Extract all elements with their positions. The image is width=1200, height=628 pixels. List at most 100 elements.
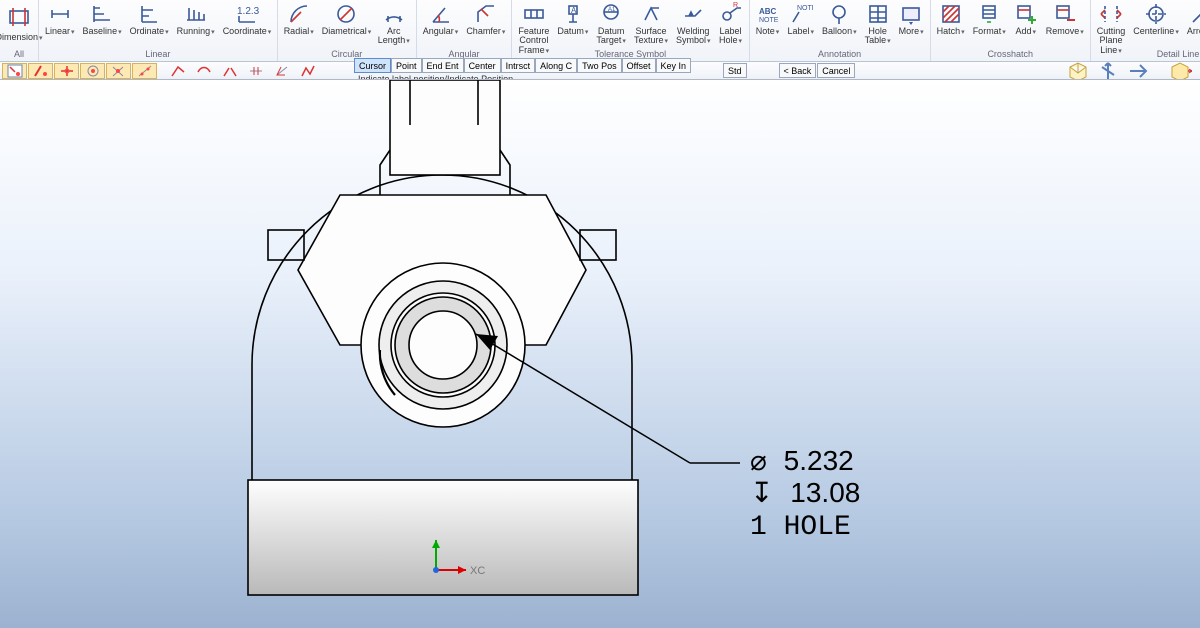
datum-button[interactable]: ADatum▾ [553, 0, 592, 36]
running-label: Running▾ [177, 27, 215, 36]
sel-mode-3[interactable] [54, 63, 79, 79]
chamfer-icon [474, 2, 498, 26]
labelhole-icon: R [719, 2, 743, 26]
diametrical-label: Diametrical▾ [322, 27, 370, 36]
running-button[interactable]: Running▾ [173, 0, 219, 36]
snap-offset[interactable]: Offset [622, 58, 656, 73]
remove-label: Remove▾ [1046, 27, 1084, 36]
centerline-button[interactable]: Centerline▾ [1129, 0, 1183, 36]
svg-text:1 HOLE: 1 HOLE [750, 512, 851, 543]
ribbon: Dimension▾All Linear▾ Baseline▾Ordinate▾ Ru… [0, 0, 1200, 62]
sel-aux-4[interactable] [243, 63, 268, 79]
radial-label: Radial▾ [284, 27, 314, 36]
datumtgt-button[interactable]: A1 DatumTarget▾ [592, 0, 630, 46]
note-icon: ABCNOTE [756, 2, 780, 26]
datumtgt-label: DatumTarget▾ [596, 27, 626, 46]
svg-text:R: R [733, 2, 738, 9]
dimension-button[interactable]: Dimension▾ [2, 0, 36, 42]
snap-center[interactable]: Center [464, 58, 501, 73]
centerline-icon [1144, 2, 1168, 26]
balloon-icon [827, 2, 851, 26]
cutting-icon [1099, 2, 1123, 26]
ribbon-group-all: Dimension▾All [0, 0, 39, 61]
sel-mode-1[interactable] [2, 63, 27, 79]
arrow-button[interactable]: Arrow▾ [1183, 0, 1200, 36]
svg-text:⌀ 5.232: ⌀ 5.232 [750, 445, 854, 479]
snap-key-in[interactable]: Key In [656, 58, 692, 73]
coordinate-icon: 1.2.3 [235, 2, 259, 26]
snap-two-pos[interactable]: Two Pos [577, 58, 622, 73]
svg-text:1.2.3: 1.2.3 [237, 6, 259, 17]
snap-row: CursorPointEnd EntCenterIntrsctAlong CTw… [352, 57, 691, 74]
sel-mode-4[interactable] [80, 63, 105, 79]
fcf-label: FeatureControl Frame▾ [518, 27, 549, 55]
back-button[interactable]: < Back [779, 63, 817, 78]
snap-cursor[interactable]: Cursor [354, 58, 391, 73]
cancel-button[interactable]: Cancel [817, 63, 855, 78]
add-icon [1014, 2, 1038, 26]
fcf-icon [522, 2, 546, 26]
std-button[interactable]: Std [723, 63, 747, 78]
more-button[interactable]: More▾ [895, 0, 928, 36]
snap-point[interactable]: Point [391, 58, 422, 73]
hatch-label: Hatch▾ [937, 27, 965, 36]
labelhole-button[interactable]: RLabelHole▾ [715, 0, 747, 46]
cutting-label: CuttingPlane Line▾ [1097, 27, 1126, 55]
cutting-button[interactable]: CuttingPlane Line▾ [1093, 0, 1130, 55]
weld-button[interactable]: WeldingSymbol▾ [672, 0, 715, 46]
note-label: Note▾ [756, 27, 780, 36]
note-button[interactable]: ABCNOTENote▾ [752, 0, 784, 36]
datum-icon: A [561, 2, 585, 26]
coordinate-button[interactable]: 1.2.3 Coordinate▾ [219, 0, 275, 36]
datumtgt-icon: A1 [599, 2, 623, 26]
sel-aux-6[interactable] [295, 63, 320, 79]
chamfer-label: Chamfer▾ [466, 27, 505, 36]
sel-aux-1[interactable] [165, 63, 190, 79]
balloon-button[interactable]: Balloon▾ [818, 0, 861, 36]
add-label: Add▾ [1015, 27, 1036, 36]
ribbon-group-crosshatch: Hatch▾Format▾Add▾Remove▾Crosshatch [931, 0, 1091, 61]
hole-callout: ⌀ 5.232 ↧ 13.08 1 HOLE [750, 445, 860, 543]
drawing-canvas[interactable]: ⌀ 5.232 ↧ 13.08 1 HOLE XC [0, 80, 1200, 628]
selection-toolbar: CursorPointEnd EntCenterIntrsctAlong CTw… [0, 62, 1200, 80]
sel-aux-2[interactable] [191, 63, 216, 79]
dimension-label: Dimension▾ [0, 33, 43, 42]
angular-button[interactable]: Angular▾ [419, 0, 463, 36]
sel-mode-2[interactable] [28, 63, 53, 79]
svg-text:↧ 13.08: ↧ 13.08 [750, 477, 860, 511]
more-icon [899, 2, 923, 26]
coordinate-label: Coordinate▾ [223, 27, 271, 36]
label-label: Label▾ [788, 27, 815, 36]
svg-text:A1: A1 [608, 7, 616, 13]
ribbon-group-linear: Linear▾ Baseline▾Ordinate▾ Running▾ 1.2.3 Co… [39, 0, 278, 61]
surftex-button[interactable]: SurfaceTexture▾ [630, 0, 672, 46]
svg-text:ABC: ABC [759, 7, 777, 16]
holetbl-button[interactable]: HoleTable▾ [861, 0, 895, 46]
surftex-label: SurfaceTexture▾ [634, 27, 668, 46]
snap-end-ent[interactable]: End Ent [422, 58, 464, 73]
sel-aux-5[interactable] [269, 63, 294, 79]
arclen-button[interactable]: ArcLength▾ [374, 0, 414, 46]
diametrical-button[interactable]: Diametrical▾ [318, 0, 374, 36]
label-button[interactable]: NOTELabel▾ [784, 0, 819, 36]
baseline-button[interactable]: Baseline▾ [79, 0, 126, 36]
diametrical-icon [334, 2, 358, 26]
snap-intrsct[interactable]: Intrsct [501, 58, 536, 73]
fcf-button[interactable]: FeatureControl Frame▾ [514, 0, 553, 55]
arrow-label: Arrow▾ [1187, 27, 1200, 36]
hatch-icon [939, 2, 963, 26]
add-button[interactable]: Add▾ [1010, 0, 1042, 36]
weld-icon [681, 2, 705, 26]
chamfer-button[interactable]: Chamfer▾ [462, 0, 509, 36]
radial-button[interactable]: Radial▾ [280, 0, 318, 36]
linear-button[interactable]: Linear▾ [41, 0, 79, 36]
sel-aux-3[interactable] [217, 63, 242, 79]
hatch-button[interactable]: Hatch▾ [933, 0, 969, 36]
format-button[interactable]: Format▾ [969, 0, 1010, 36]
remove-button[interactable]: Remove▾ [1042, 0, 1088, 36]
sel-mode-5[interactable] [106, 63, 131, 79]
sel-mode-6[interactable] [132, 63, 157, 79]
snap-along-c[interactable]: Along C [535, 58, 577, 73]
ordinate-button[interactable]: Ordinate▾ [126, 0, 173, 36]
linear-label: Linear▾ [45, 27, 75, 36]
